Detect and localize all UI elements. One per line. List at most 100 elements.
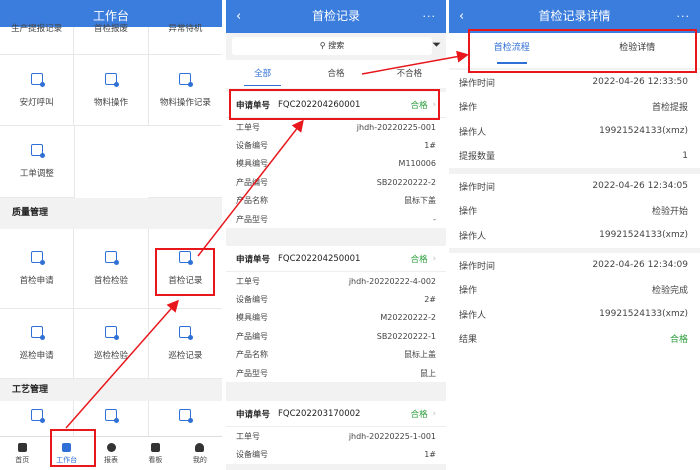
menu-label: 首检申请 bbox=[19, 276, 54, 286]
menu-production-record[interactable]: 生产提报记录 bbox=[0, 24, 75, 55]
pie-chart-icon bbox=[106, 442, 116, 452]
menu-first-apply[interactable]: 首检申请 bbox=[0, 229, 75, 309]
menu-row-3: 首检申请 首检检验 首检记录 bbox=[0, 229, 222, 309]
menu-patrol-apply[interactable]: 巡检申请 bbox=[0, 309, 75, 379]
card-number: FQC202204250001 bbox=[278, 253, 361, 264]
menu-andon-call[interactable]: 安灯呼叫 bbox=[0, 55, 75, 126]
card-row: 产品型号 - bbox=[236, 214, 436, 224]
tab-mine[interactable]: 我的 bbox=[178, 437, 222, 470]
tab-workbench[interactable]: 工作台 bbox=[44, 437, 88, 470]
home-icon bbox=[17, 442, 27, 452]
search-placeholder: 搜索 bbox=[328, 41, 345, 50]
header: ‹ 首检记录详情 ··· bbox=[449, 0, 700, 33]
tab-label: 我的 bbox=[192, 455, 207, 464]
menu-label: 首检检验 bbox=[93, 276, 128, 286]
search-input[interactable]: ⚲ 搜索 bbox=[232, 37, 432, 55]
menu-first-record[interactable]: 首检记录 bbox=[148, 229, 222, 309]
menu-label: 首检记录 bbox=[168, 276, 203, 286]
tab-home[interactable]: 首页 bbox=[0, 437, 44, 470]
card-label: 申请单号 bbox=[236, 100, 271, 111]
menu-material-op[interactable]: 物料操作 bbox=[74, 55, 149, 126]
card-row: 产品编号 SB20220222-2 bbox=[236, 177, 436, 187]
filter-icon[interactable]: ⏷ bbox=[432, 38, 441, 52]
inspect-doc-icon bbox=[104, 326, 119, 340]
flow-group: 操作时间 2022-04-26 12:34:09 操作 检验完成 操作人 199215… bbox=[449, 253, 700, 351]
apply-doc-icon bbox=[30, 326, 45, 340]
card-row: 工单号 jhdh-20220225-001 bbox=[236, 122, 436, 132]
menu-first-inspect[interactable]: 首检检验 bbox=[74, 229, 149, 309]
tab-inspection-flow[interactable]: 首检流程 bbox=[449, 33, 575, 68]
tab-label: 看板 bbox=[148, 455, 163, 464]
menu-row-5 bbox=[0, 401, 222, 441]
menu-patrol-record[interactable]: 巡检记录 bbox=[148, 309, 222, 379]
menu-row-top: 生产提报记录 首检报废 异常待机 bbox=[0, 24, 222, 55]
menu-patrol-inspect[interactable]: 巡检检验 bbox=[74, 309, 149, 379]
apply-doc-icon bbox=[30, 251, 45, 265]
record-card[interactable]: 申请单号 FQC202204260001 合格 › 工单号 jhdh-20220225-… bbox=[226, 92, 446, 229]
menu-process-3[interactable] bbox=[148, 401, 222, 441]
process-icon bbox=[30, 409, 45, 423]
menu-label: 物料操作记录 bbox=[159, 97, 211, 108]
detail-row: 操作 首检提报 bbox=[459, 103, 688, 114]
menu-row-2: 工单调整 bbox=[0, 126, 222, 198]
page-title: 工作台 bbox=[92, 9, 129, 23]
detail-row: 操作 检验开始 bbox=[459, 207, 688, 218]
tab-report[interactable]: 报表 bbox=[89, 437, 133, 470]
status-tabs: 全部 合格 不合格 bbox=[226, 60, 446, 88]
menu-label: 安灯呼叫 bbox=[19, 97, 54, 108]
menu-workorder-adjust[interactable]: 工单调整 bbox=[0, 126, 75, 198]
grid-icon bbox=[62, 442, 72, 452]
process-icon bbox=[104, 409, 119, 423]
search-icon: ⚲ bbox=[319, 41, 329, 50]
tab-label: 报表 bbox=[104, 455, 119, 464]
card-row: 产品名称 鼠标上盖 bbox=[236, 350, 436, 360]
detail-row: 提报数量 1 bbox=[459, 150, 688, 163]
record-icon bbox=[179, 72, 194, 87]
basket-icon bbox=[104, 72, 119, 87]
tab-inspection-detail[interactable]: 检验详情 bbox=[575, 33, 700, 68]
more-icon[interactable]: ··· bbox=[423, 0, 437, 33]
record-card[interactable]: 申请单号 FQC202203170002 合格 › 工单号 jhdh-20220225-… bbox=[226, 401, 446, 464]
menu-abnormal-standby[interactable]: 异常待机 bbox=[148, 24, 222, 55]
workbench-panel: 工作台 生产提报记录 首检报废 异常待机 安灯呼叫 物料操作 物料操作记录 工单… bbox=[0, 0, 222, 470]
card-label: 申请单号 bbox=[236, 409, 271, 420]
back-icon[interactable]: ‹ bbox=[236, 0, 241, 33]
card-row: 产品名称 鼠标下盖 bbox=[236, 196, 436, 206]
bottom-tabbar: 首页 工作台 报表 看板 我的 bbox=[0, 436, 222, 470]
tab-label: 首页 bbox=[15, 455, 30, 464]
tab-all[interactable]: 全部 bbox=[226, 60, 299, 88]
menu-material-record[interactable]: 物料操作记录 bbox=[148, 55, 222, 126]
card-number: FQC202204260001 bbox=[278, 99, 361, 110]
card-row: 产品型号 鼠上 bbox=[236, 368, 436, 378]
status-badge: 合格 bbox=[410, 254, 428, 265]
menu-process-1[interactable] bbox=[0, 401, 75, 441]
tab-pass[interactable]: 合格 bbox=[299, 60, 372, 88]
menu-label: 异常待机 bbox=[168, 24, 203, 34]
flow-group: 操作时间 2022-04-26 12:33:50 操作 首检提报 操作人 199215… bbox=[449, 70, 700, 168]
record-card[interactable]: 申请单号 FQC202204250001 合格 › 工单号 jhdh-20220222-… bbox=[226, 246, 446, 383]
card-row: 产品编号 SB20220222-1 bbox=[236, 331, 436, 341]
empty-cell bbox=[148, 126, 222, 198]
menu-first-scrap[interactable]: 首检报废 bbox=[74, 24, 149, 55]
flow-group: 操作时间 2022-04-26 12:34:05 操作 检验开始 操作人 199215… bbox=[449, 174, 700, 248]
user-icon bbox=[195, 442, 205, 452]
back-icon[interactable]: ‹ bbox=[459, 0, 464, 33]
card-row: 工单号 jhdh-20220222-4-002 bbox=[236, 276, 436, 286]
menu-label: 物料操作 bbox=[93, 97, 128, 108]
chevron-right-icon: › bbox=[432, 408, 436, 419]
menu-row-1: 安灯呼叫 物料操作 物料操作记录 bbox=[0, 55, 222, 126]
first-inspection-detail-panel: ‹ 首检记录详情 ··· 首检流程 检验详情 操作时间 2022-04-26 12… bbox=[449, 0, 700, 470]
detail-row: 操作时间 2022-04-26 12:33:50 bbox=[459, 77, 688, 89]
card-row: 设备编号 2# bbox=[236, 295, 436, 305]
card-row: 工单号 jhdh-20220225-1-001 bbox=[236, 431, 436, 441]
menu-process-2[interactable] bbox=[74, 401, 149, 441]
card-row: 设备编号 1# bbox=[236, 141, 436, 151]
tab-dashboard[interactable]: 看板 bbox=[133, 437, 177, 470]
status-badge: 合格 bbox=[410, 409, 428, 420]
more-icon[interactable]: ··· bbox=[677, 0, 691, 33]
tab-fail[interactable]: 不合格 bbox=[373, 60, 446, 88]
tab-label: 工作台 bbox=[56, 455, 78, 464]
card-row: 模具编号 M20220222-2 bbox=[236, 313, 436, 323]
process-icon bbox=[179, 409, 194, 423]
chevron-right-icon: › bbox=[432, 99, 436, 110]
